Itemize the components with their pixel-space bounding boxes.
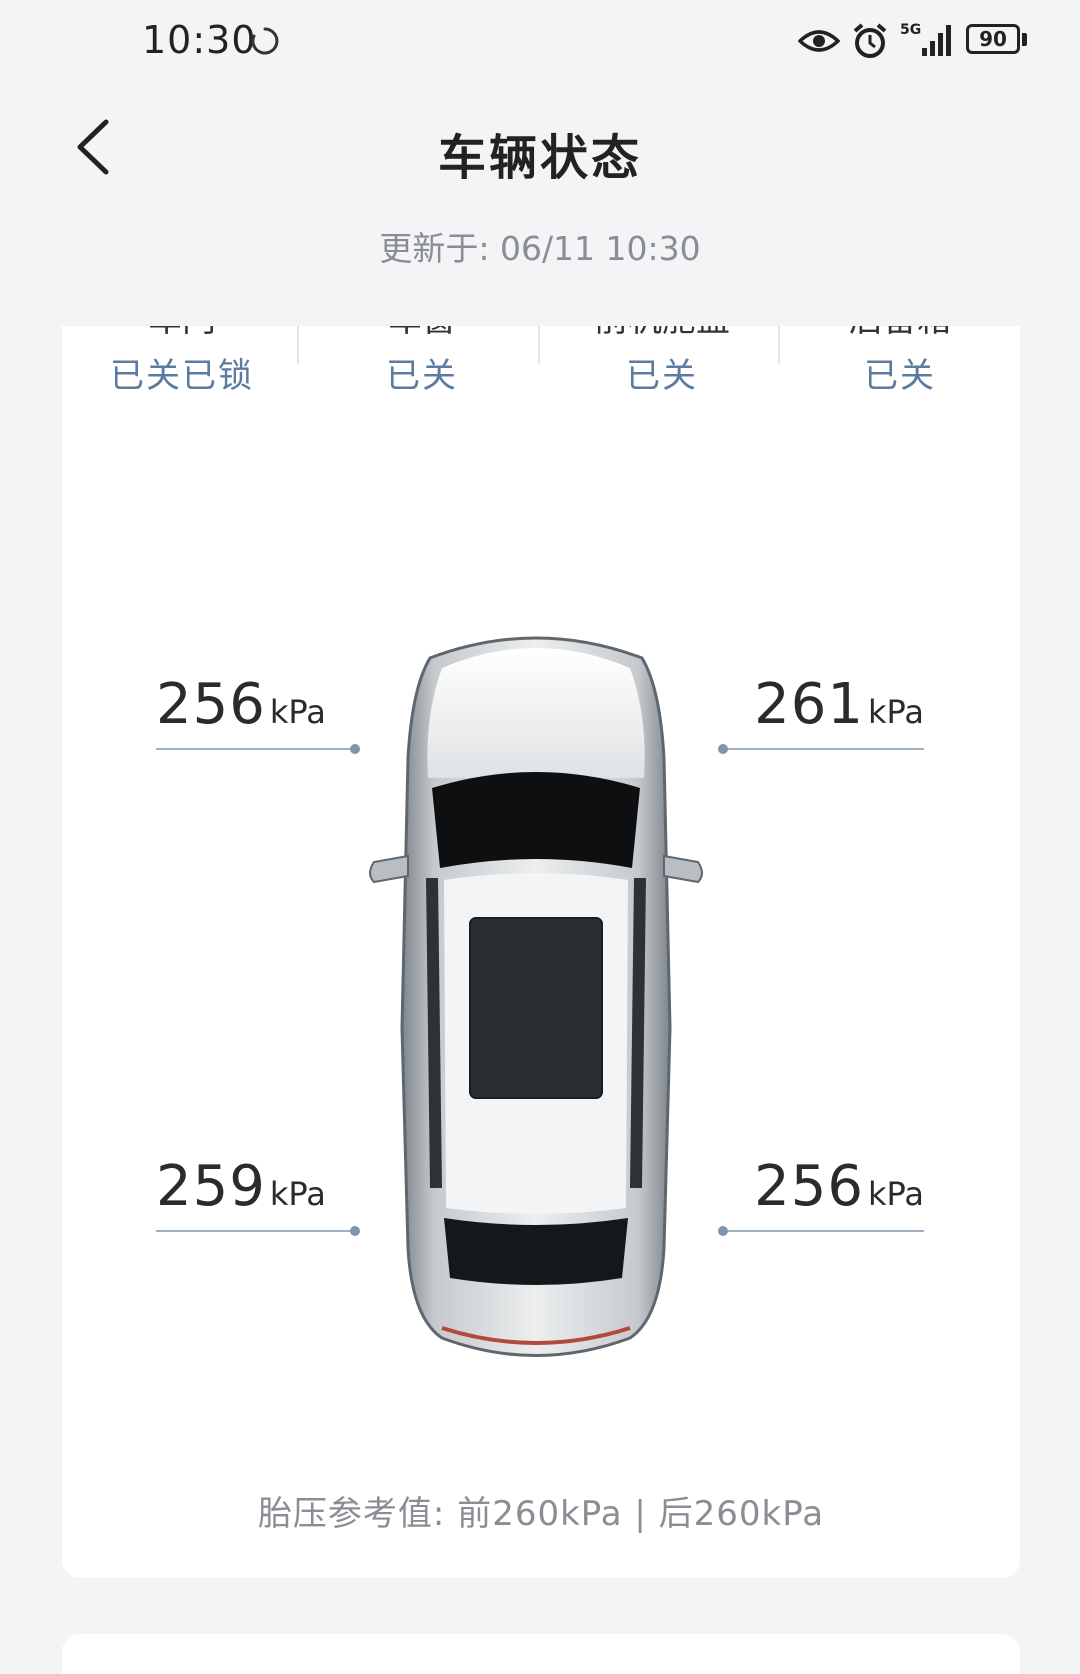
signal-icon: 5G: [900, 22, 951, 56]
tire-pressure-reference: 胎压参考值: 前260kPa | 后260kPa: [257, 1494, 825, 1534]
tire-pressure-unit: kPa: [269, 1175, 326, 1213]
alarm-icon: [853, 23, 887, 58]
status-item-locks[interactable]: 车门 已关已锁: [62, 326, 302, 400]
tire-pressure-value: 259: [156, 1154, 266, 1219]
divider: [297, 326, 299, 364]
tire-rear-right: 256 kPa: [718, 1154, 924, 1236]
divider: [538, 326, 540, 364]
status-item-windows[interactable]: 车窗 已关: [302, 326, 542, 400]
battery-icon: 90: [966, 24, 1028, 58]
battery-level: 90: [979, 27, 1007, 51]
status-value: 已关已锁: [110, 356, 254, 396]
tire-rear-left: 259 kPa: [156, 1154, 366, 1236]
eye-icon: [798, 30, 840, 52]
status-bar: 10:30 5G 90: [0, 0, 1080, 90]
tire-pressure-value: 256: [156, 672, 266, 737]
car-top-view-image: [369, 636, 703, 1357]
tire-front-right: 261 kPa: [718, 672, 924, 754]
tire-pressure-unit: kPa: [868, 1175, 924, 1213]
tire-pressure-value: 256: [754, 1154, 864, 1219]
update-timestamp: 更新于: 06/11 10:30: [379, 229, 701, 268]
page-title: 车辆状态: [437, 130, 642, 186]
tire-pressure-value: 261: [754, 672, 864, 737]
status-value: 已关: [864, 356, 936, 396]
tire-front-left: 256 kPa: [156, 672, 366, 754]
status-value: 已关: [386, 356, 458, 396]
tire-pressure-unit: kPa: [269, 693, 326, 731]
sync-icon: [251, 27, 279, 55]
status-item-hood[interactable]: 前机舱盖 已关: [542, 326, 782, 400]
tire-pressure-unit: kPa: [868, 693, 924, 731]
next-card: [62, 1634, 1020, 1674]
status-value: 已关: [626, 356, 698, 396]
status-time: 10:30: [142, 18, 257, 62]
network-label: 5G: [900, 22, 921, 38]
status-item-trunk[interactable]: 后备箱 已关: [780, 326, 1020, 400]
